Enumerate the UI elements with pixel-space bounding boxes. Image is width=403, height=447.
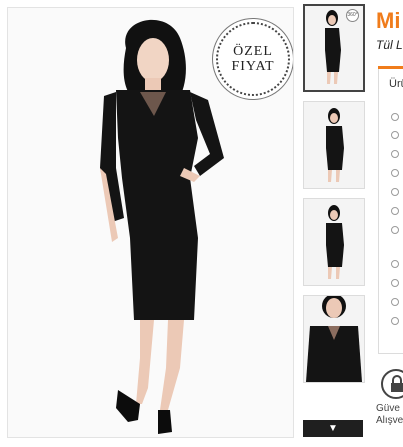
badge-text-line: FIYAT [231, 59, 275, 74]
thumbnail-image[interactable] [303, 101, 365, 189]
secure-label-line: Alışve [376, 415, 403, 426]
option-radio[interactable] [391, 113, 399, 121]
option-radio[interactable] [391, 317, 399, 325]
options-header: Ürü [389, 78, 403, 90]
thumbnail-image[interactable] [303, 198, 365, 286]
thumbnail-figure [306, 296, 362, 382]
option-radio[interactable] [391, 260, 399, 268]
badge-text-line: ÖZEL [233, 44, 273, 59]
rotate-360-icon[interactable]: 360° [346, 9, 359, 22]
thumbnail-image[interactable]: 360° [303, 4, 365, 92]
lock-icon [381, 369, 403, 399]
thumbnail-image[interactable] [303, 295, 365, 383]
option-radio[interactable] [391, 226, 399, 234]
option-radio[interactable] [391, 131, 399, 139]
option-radio[interactable] [391, 188, 399, 196]
option-radio[interactable] [391, 279, 399, 287]
secure-shopping-label: Güve Alışve [376, 403, 403, 427]
secure-label-line: Güve [376, 403, 400, 414]
thumbnail-figure [326, 205, 344, 279]
product-title: Mi [376, 8, 401, 33]
option-radio[interactable] [391, 298, 399, 306]
special-price-badge: ÖZEL FIYAT [216, 22, 290, 96]
product-subtitle: Tül L [376, 38, 403, 52]
thumbnail-figure [326, 108, 344, 182]
option-radio[interactable] [391, 169, 399, 177]
option-radio[interactable] [391, 207, 399, 215]
main-product-image[interactable]: ÖZEL FIYAT [7, 7, 294, 438]
chevron-down-icon: ▼ [328, 423, 338, 434]
thumbnail-scroll-down-button[interactable]: ▼ [303, 420, 363, 437]
option-radio[interactable] [391, 150, 399, 158]
